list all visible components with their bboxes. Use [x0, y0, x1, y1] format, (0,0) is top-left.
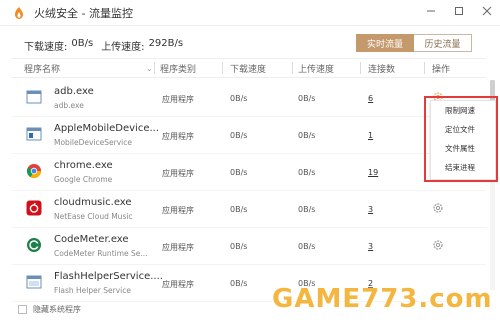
speed-summary: 下载速度: 0B/s 上传速度: 292B/s: [24, 38, 183, 53]
upload-speed-label: 上传速度:: [101, 42, 145, 53]
table-row[interactable]: AppleMobileDevice... MobileDeviceService…: [12, 117, 486, 154]
traffic-tabs: 实时流量 历史流量: [356, 34, 472, 52]
download-speed-label: 下载速度:: [24, 42, 68, 53]
download-speed: 0B/s: [230, 168, 248, 177]
process-name: cloudmusic.exe: [54, 197, 132, 208]
column-divider: [222, 62, 223, 74]
process-description: CodeMeter Runtime Se...: [54, 249, 148, 258]
process-description: NetEase Cloud Music: [54, 212, 133, 221]
minimize-icon[interactable]: [424, 4, 438, 18]
column-header-upload[interactable]: 上传速度: [298, 62, 334, 75]
watermark-logo: GAME773.com: [272, 284, 493, 314]
column-divider: [154, 62, 155, 74]
process-type: 应用程序: [162, 169, 194, 178]
highlight-box: [424, 96, 498, 182]
window-app-icon: [26, 90, 42, 104]
process-name: chrome.exe: [54, 160, 113, 171]
column-header-actions: 操作: [432, 64, 451, 75]
sort-chevron-down-icon[interactable]: ⌄: [146, 64, 153, 73]
column-header-download[interactable]: 下载速度: [230, 62, 266, 75]
upload-speed: 0B/s: [298, 131, 316, 140]
flash-helper-icon: [26, 275, 42, 289]
connection-count-link[interactable]: 1: [368, 131, 373, 140]
restore-icon[interactable]: [452, 4, 466, 18]
table-row[interactable]: cloudmusic.exe NetEase Cloud Music 应用程序 …: [12, 191, 486, 228]
process-name: FlashHelperService....: [54, 271, 163, 282]
process-description: Flash Helper Service: [54, 286, 131, 295]
process-list: adb.exe adb.exe 应用程序 0B/s 0B/s 6 AppleMo…: [12, 80, 486, 302]
upload-speed: 0B/s: [298, 168, 316, 177]
download-speed: 0B/s: [230, 242, 248, 251]
connection-count-link[interactable]: 3: [368, 242, 373, 251]
tab-realtime-traffic[interactable]: 实时流量: [356, 34, 414, 52]
download-speed: 0B/s: [230, 94, 248, 103]
table-row[interactable]: chrome.exe Google Chrome 应用程序 0B/s 0B/s …: [12, 154, 486, 191]
process-type: 应用程序: [162, 95, 194, 104]
apple-device-icon: [26, 127, 42, 141]
netease-music-icon: [26, 200, 42, 216]
process-type: 应用程序: [162, 206, 194, 215]
process-description: MobileDeviceService: [54, 138, 132, 147]
table-row[interactable]: CodeMeter.exe CodeMeter Runtime Se... 应用…: [12, 228, 486, 265]
column-divider: [360, 62, 361, 74]
connection-count-link[interactable]: 3: [368, 205, 373, 214]
connection-count-link[interactable]: 6: [368, 94, 373, 103]
column-header-connections[interactable]: 连接数: [368, 62, 395, 75]
process-name: CodeMeter.exe: [54, 234, 129, 245]
process-description: adb.exe: [54, 101, 84, 110]
table-row[interactable]: adb.exe adb.exe 应用程序 0B/s 0B/s 6: [12, 80, 486, 117]
download-speed-value: 0B/s: [71, 38, 94, 49]
gear-icon[interactable]: [432, 202, 444, 214]
connection-count-link[interactable]: 19: [368, 168, 378, 177]
column-divider: [292, 62, 293, 74]
process-name: adb.exe: [54, 86, 94, 97]
process-name: AppleMobileDevice...: [54, 123, 160, 134]
download-speed: 0B/s: [230, 131, 248, 140]
table-header: 程序名称 ⌄ 程序类别 下载速度 上传速度 连接数 操作: [12, 58, 486, 78]
process-description: Google Chrome: [54, 175, 113, 184]
column-header-name[interactable]: 程序名称: [24, 62, 60, 75]
codemeter-icon: [27, 238, 41, 252]
upload-speed: 0B/s: [298, 242, 316, 251]
column-header-type[interactable]: 程序类别: [160, 62, 196, 75]
window-title: 火绒安全 - 流量监控: [34, 6, 133, 20]
close-icon[interactable]: [480, 4, 494, 18]
process-type: 应用程序: [162, 243, 194, 252]
huorong-logo-icon: [15, 6, 23, 19]
gear-icon[interactable]: [432, 239, 444, 251]
upload-speed: 0B/s: [298, 205, 316, 214]
footer: 隐藏系统程序: [18, 304, 81, 315]
download-speed: 0B/s: [230, 279, 248, 288]
hide-system-programs-label[interactable]: 隐藏系统程序: [33, 304, 81, 315]
hide-system-programs-checkbox[interactable]: [18, 305, 27, 314]
tab-history-traffic[interactable]: 历史流量: [414, 34, 472, 52]
upload-speed: 0B/s: [298, 94, 316, 103]
column-divider: [424, 62, 425, 74]
chrome-icon: [27, 164, 41, 178]
download-speed: 0B/s: [230, 205, 248, 214]
process-type: 应用程序: [162, 132, 194, 141]
title-bar: 火绒安全 - 流量监控: [0, 0, 500, 26]
process-type: 应用程序: [162, 280, 194, 289]
upload-speed-value: 292B/s: [148, 38, 184, 49]
